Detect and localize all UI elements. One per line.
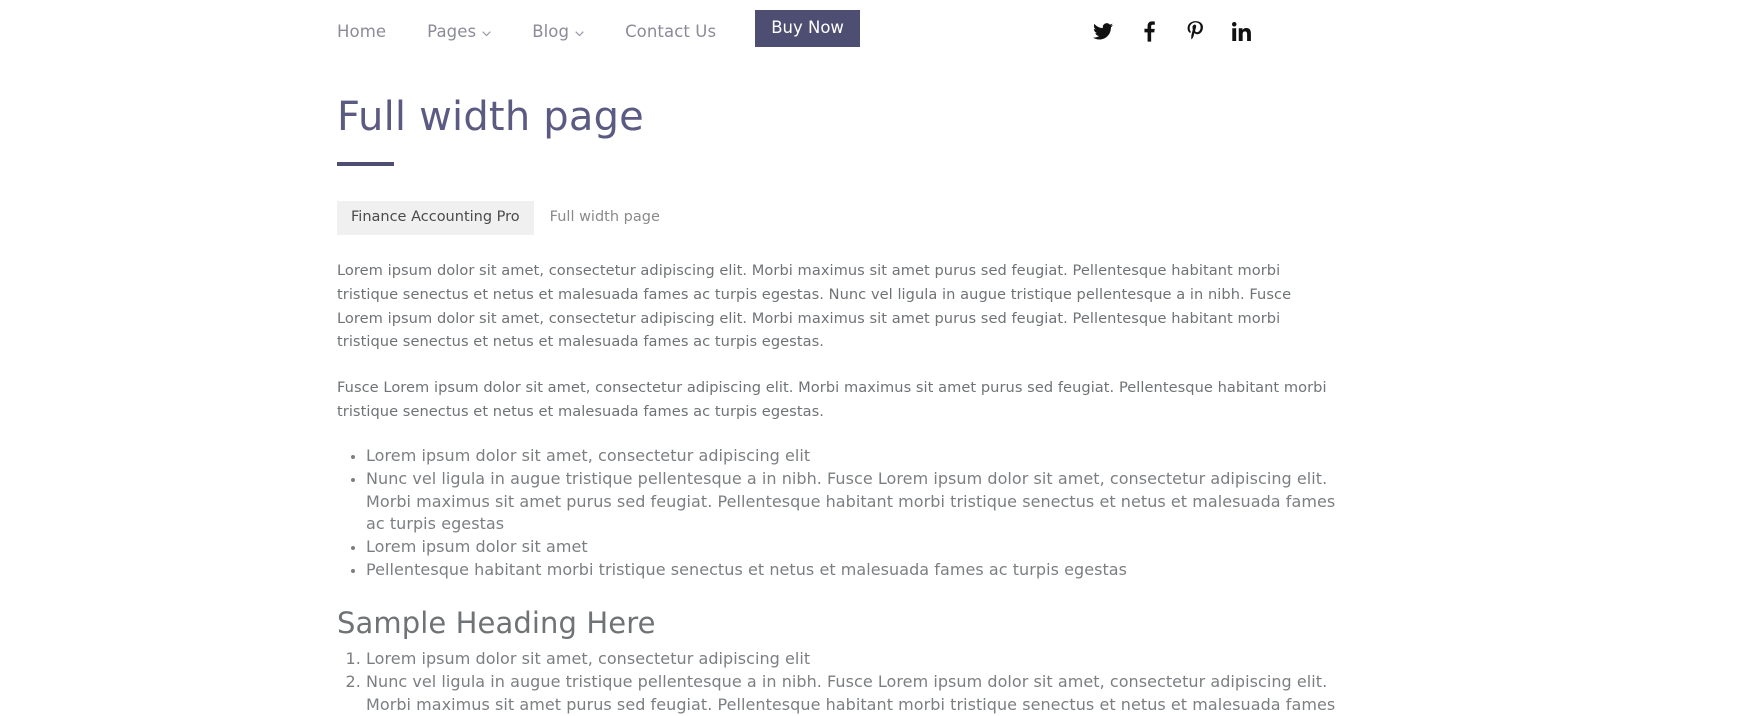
list-item: Lorem ipsum dolor sit amet, consectetur … bbox=[366, 445, 1337, 468]
chevron-down-icon bbox=[482, 28, 491, 39]
page-main: Full width page Finance Accounting Pro F… bbox=[0, 52, 1739, 716]
nav-item-label: Blog bbox=[532, 22, 570, 42]
nav-item-label: Contact Us bbox=[625, 22, 717, 42]
nav-item-home[interactable]: Home bbox=[337, 14, 386, 41]
section-heading: Sample Heading Here bbox=[337, 605, 656, 640]
breadcrumb-item-current: Full width page bbox=[549, 209, 660, 225]
twitter-icon[interactable] bbox=[1092, 20, 1114, 42]
breadcrumb: Finance Accounting Pro Full width page bbox=[337, 201, 1539, 236]
linkedin-icon[interactable] bbox=[1230, 20, 1252, 42]
list-item: Pellentesque habitant morbi tristique se… bbox=[366, 559, 1337, 582]
bullet-list: Lorem ipsum dolor sit amet, consectetur … bbox=[337, 445, 1337, 581]
numbered-list: Lorem ipsum dolor sit amet, consectetur … bbox=[337, 648, 1337, 716]
paragraph-2: Fusce Lorem ipsum dolor sit amet, consec… bbox=[337, 378, 1327, 420]
list-item: Lorem ipsum dolor sit amet bbox=[366, 536, 1337, 559]
page-title: Full width page bbox=[337, 94, 644, 140]
nav-item-label: Home bbox=[337, 22, 387, 42]
paragraph-1: Lorem ipsum dolor sit amet, consectetur … bbox=[337, 262, 1292, 351]
chevron-down-icon bbox=[575, 28, 584, 39]
nav-item-blog[interactable]: Blog bbox=[532, 14, 584, 41]
breadcrumb-item-home[interactable]: Finance Accounting Pro bbox=[337, 201, 534, 236]
main-navigation: Home Pages Blog Contact Us Buy Now bbox=[337, 8, 860, 48]
list-item: Nunc vel ligula in augue tristique pelle… bbox=[366, 468, 1337, 536]
nav-item-label: Pages bbox=[427, 22, 477, 42]
list-item: Nunc vel ligula in augue tristique pelle… bbox=[366, 671, 1337, 716]
title-accent-rule bbox=[337, 162, 394, 166]
site-header: Home Pages Blog Contact Us Buy Now bbox=[0, 0, 1739, 52]
social-links bbox=[1092, 8, 1252, 42]
list-item: Lorem ipsum dolor sit amet, consectetur … bbox=[366, 648, 1337, 671]
buy-now-button[interactable]: Buy Now bbox=[755, 10, 860, 48]
nav-item-contact-us[interactable]: Contact Us bbox=[625, 14, 716, 41]
pinterest-icon[interactable] bbox=[1184, 20, 1206, 42]
nav-item-pages[interactable]: Pages bbox=[427, 14, 491, 41]
facebook-icon[interactable] bbox=[1138, 20, 1160, 42]
